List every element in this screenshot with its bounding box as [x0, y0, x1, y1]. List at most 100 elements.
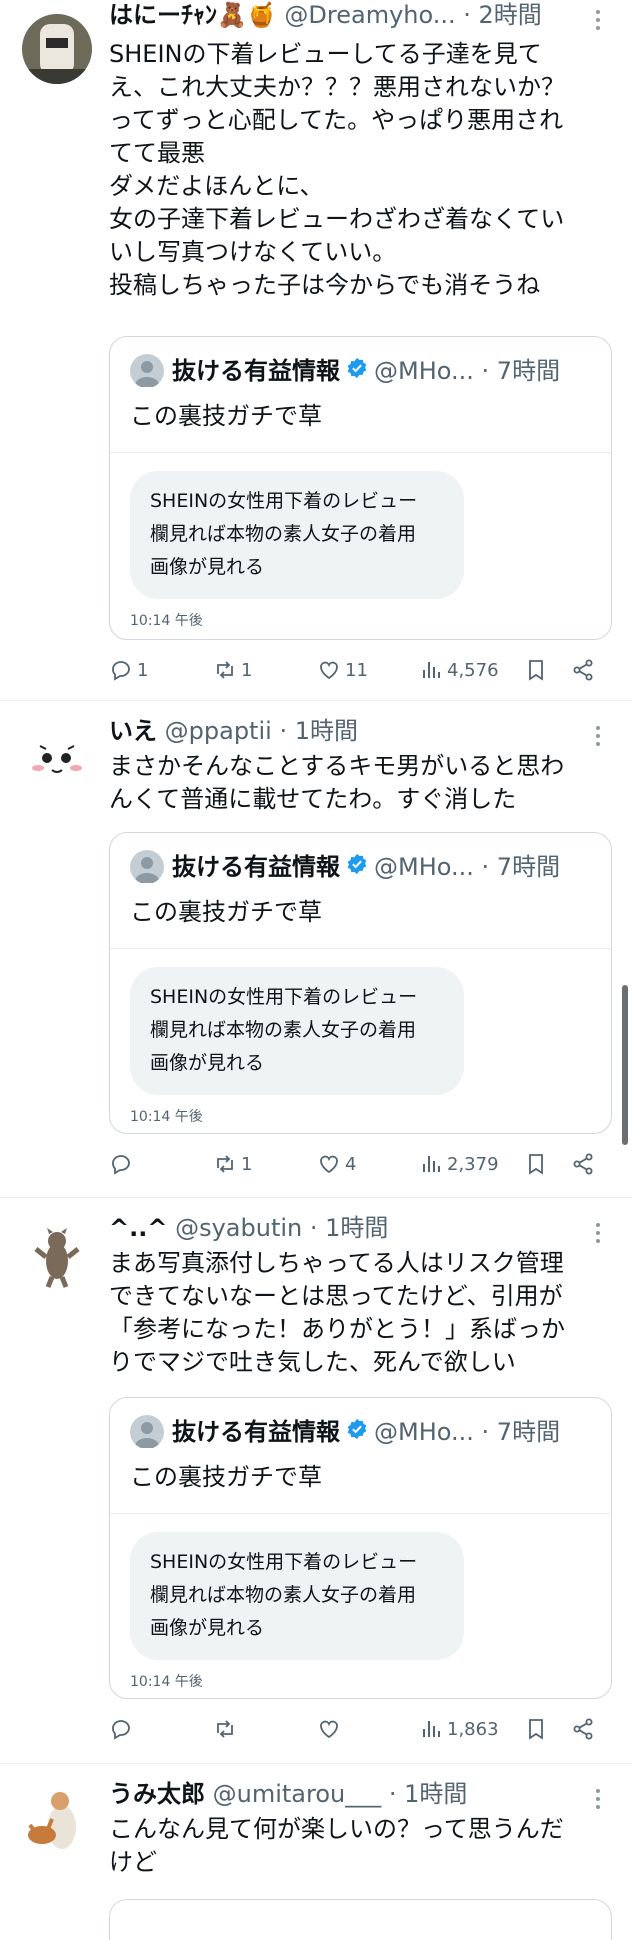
text-line: こんなん見て何が楽しいの？って思うんだ [109, 1815, 564, 1843]
avatar[interactable] [22, 14, 92, 84]
action-bar: 1,863 [109, 1714, 609, 1744]
quoted-timestamp[interactable]: · 7時間 [482, 853, 561, 881]
bubble-line: 画像が見れる [150, 1052, 265, 1074]
tweet-text: SHEINの下着レビューしてる子達を見て え、これ大丈夫か？？？悪用されないか？… [109, 38, 614, 302]
bubble-line: 画像が見れる [150, 556, 265, 578]
text-line: まあ写真添付しちゃってる人はリスク管理 [109, 1249, 564, 1277]
text-line: りでマジで吐き気した、死んで欲しい [109, 1348, 516, 1376]
quoted-timestamp[interactable]: · 7時間 [482, 357, 561, 385]
views-button[interactable]: 4,576 [419, 655, 499, 685]
verified-badge-icon [346, 850, 368, 883]
display-name[interactable]: ^..^ [109, 1214, 167, 1242]
reply-button[interactable] [109, 1149, 137, 1179]
views-icon [423, 1156, 440, 1172]
quoted-tweet[interactable]: 抜ける有益情報 @MHo... · 7時間 この裏技ガチで草 SHEINの女性用下… [109, 1397, 612, 1699]
display-name[interactable]: うみ太郎 [109, 1780, 205, 1808]
tweet-separator [0, 1763, 632, 1764]
quoted-tweet[interactable]: 抜ける有益情報 @MHo... · 7時間 この裏技ガチで草 SHEINの女性用下… [109, 336, 612, 640]
more-options-icon[interactable] [586, 722, 610, 752]
share-button[interactable] [571, 655, 595, 685]
quoted-avatar[interactable] [130, 1415, 164, 1448]
timestamp[interactable]: · 2時間 [463, 1, 542, 29]
quoted-tweet[interactable]: 抜ける有益情報 @MHo... · 7時間 この裏技ガチで草 SHEINの女性用下… [109, 832, 612, 1134]
quoted-avatar[interactable] [130, 354, 164, 387]
more-options-icon[interactable] [586, 6, 610, 36]
retweet-count: 1 [241, 659, 253, 681]
quoted-timestamp[interactable]: · 7時間 [482, 1418, 561, 1446]
retweet-button[interactable]: 1 [213, 655, 252, 685]
quoted-handle[interactable]: @MHo... [374, 853, 474, 881]
bookmark-icon [529, 1719, 543, 1740]
bookmark-button[interactable] [524, 1714, 548, 1744]
bubble-timestamp: 10:14 午後 [130, 1109, 203, 1125]
bubble-line: SHEINの女性用下着のレビュー [150, 986, 418, 1008]
share-button[interactable] [571, 1149, 595, 1179]
like-button[interactable]: 11 [317, 655, 368, 685]
display-name[interactable]: はにーﾁｬﾝ🧸🍯 [109, 1, 277, 29]
text-line: 投稿しちゃった子は今からでも消そうね [109, 271, 541, 299]
bubble-line: 欄見れば本物の素人女子の着用 [150, 523, 417, 545]
timestamp[interactable]: · 1時間 [310, 1214, 389, 1242]
views-button[interactable]: 2,379 [419, 1149, 499, 1179]
divider [110, 948, 611, 949]
quoted-handle[interactable]: @MHo... [374, 1418, 474, 1446]
reply-button[interactable]: 1 [109, 655, 148, 685]
retweet-button[interactable]: 1 [213, 1149, 252, 1179]
handle[interactable]: @syabutin [175, 1214, 302, 1242]
tweet-text: こんなん見て何が楽しいの？って思うんだ けど [109, 1813, 614, 1879]
bubble-timestamp: 10:14 午後 [130, 1674, 203, 1690]
quoted-tweet[interactable] [109, 1899, 612, 1940]
handle[interactable]: @umitarou___ [213, 1780, 382, 1808]
avatar[interactable] [22, 1783, 92, 1853]
tweet-header: ^..^ @syabutin · 1時間 [109, 1211, 602, 1245]
retweet-icon [217, 1155, 233, 1173]
divider [110, 1513, 611, 1514]
bookmark-icon [529, 1154, 543, 1175]
avatar[interactable] [22, 724, 92, 794]
handle[interactable]: @ppaptii [165, 717, 272, 745]
like-button[interactable] [317, 1714, 345, 1744]
display-name[interactable]: いえ [109, 717, 157, 745]
quoted-display-name[interactable]: 抜ける有益情報 [172, 853, 340, 881]
views-button[interactable]: 1,863 [419, 1714, 499, 1744]
more-options-icon[interactable] [586, 1219, 610, 1249]
quoted-text: この裏技ガチで草 [130, 898, 322, 926]
bubble-line: SHEINの女性用下着のレビュー [150, 1551, 418, 1573]
share-icon [573, 659, 593, 681]
share-icon [573, 1718, 593, 1740]
view-count: 2,379 [447, 1153, 499, 1175]
tweet-header: いえ @ppaptii · 1時間 [109, 714, 602, 748]
bubble-timestamp: 10:14 午後 [130, 613, 203, 629]
timestamp[interactable]: · 1時間 [389, 1780, 468, 1808]
view-count: 1,863 [447, 1718, 499, 1740]
quoted-display-name[interactable]: 抜ける有益情報 [172, 357, 340, 385]
quoted-avatar[interactable] [130, 850, 164, 883]
bookmark-button[interactable] [524, 1149, 548, 1179]
quoted-handle[interactable]: @MHo... [374, 357, 474, 385]
quoted-text: この裏技ガチで草 [130, 402, 322, 430]
heart-icon [320, 661, 338, 680]
more-options-icon[interactable] [586, 1785, 610, 1815]
retweet-button[interactable] [213, 1714, 241, 1744]
quoted-display-name[interactable]: 抜ける有益情報 [172, 1418, 340, 1446]
text-line: いし写真つけなくていい。 [109, 238, 397, 266]
text-line: 女の子達下着レビューわざわざ着なくてい [109, 205, 565, 233]
timestamp[interactable]: · 1時間 [279, 717, 358, 745]
like-count: 4 [345, 1153, 357, 1175]
message-bubble: SHEINの女性用下着のレビュー 欄見れば本物の素人女子の着用 画像が見れる [130, 1532, 464, 1660]
text-line: んくて普通に載せてたわ。すぐ消した [109, 785, 517, 813]
tweet-header: はにーﾁｬﾝ🧸🍯 @Dreamyho... · 2時間 [109, 0, 602, 32]
like-button[interactable]: 4 [317, 1149, 356, 1179]
tweet-separator [0, 1197, 632, 1198]
heart-icon [320, 1720, 338, 1739]
action-bar: 1 1 11 4,576 [109, 655, 609, 685]
avatar[interactable] [22, 1221, 92, 1291]
tweet-text: まさかそんなことするキモ男がいると思わ んくて普通に載せてたわ。すぐ消した [109, 750, 614, 816]
bookmark-button[interactable] [524, 655, 548, 685]
scrollbar[interactable] [622, 985, 628, 1145]
share-button[interactable] [571, 1714, 595, 1744]
handle[interactable]: @Dreamyho... [284, 1, 455, 29]
reply-button[interactable] [109, 1714, 137, 1744]
tweet-separator [0, 700, 632, 701]
bubble-line: 画像が見れる [150, 1617, 265, 1639]
